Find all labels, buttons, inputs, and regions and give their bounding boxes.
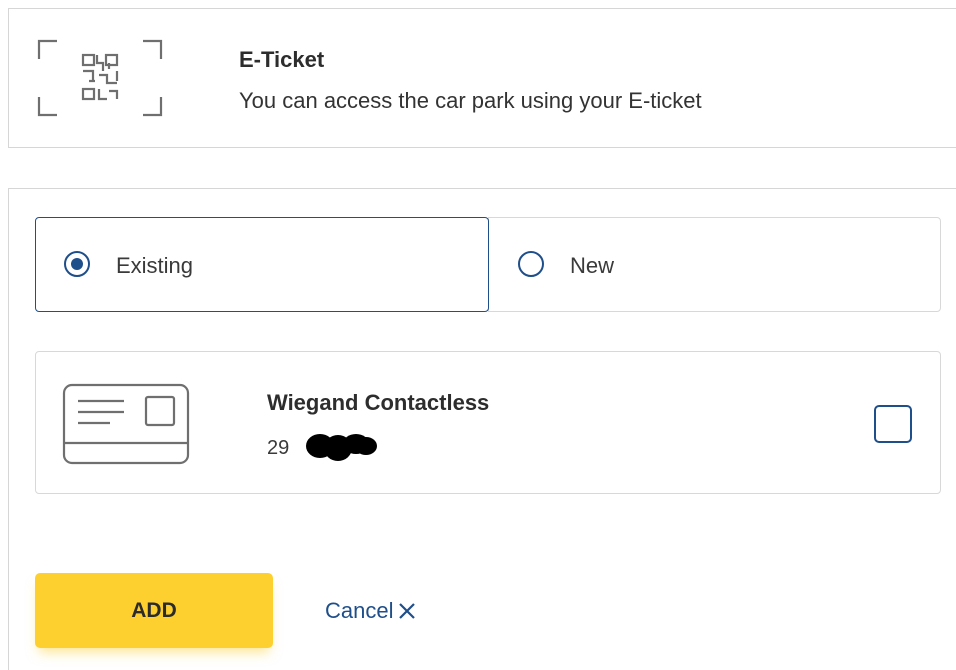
- access-card-icon: [62, 383, 190, 465]
- new-option[interactable]: New: [488, 217, 941, 312]
- credential-number: 29: [267, 437, 290, 459]
- cancel-label: Cancel: [325, 598, 394, 623]
- existing-label: Existing: [116, 253, 194, 278]
- redaction-mark: [304, 430, 378, 464]
- eticket-title: E-Ticket: [239, 47, 325, 72]
- close-icon: [397, 601, 417, 621]
- existing-radio[interactable]: [64, 251, 90, 277]
- radio-selected-dot: [71, 258, 83, 270]
- credential-title: Wiegand Contactless: [267, 390, 490, 415]
- add-button[interactable]: ADD: [35, 573, 273, 648]
- existing-option[interactable]: Existing: [35, 217, 489, 312]
- qr-code-icon: [37, 37, 165, 119]
- eticket-card[interactable]: E-Ticket You can access the car park usi…: [8, 8, 956, 148]
- credential-checkbox[interactable]: [874, 405, 912, 443]
- new-radio[interactable]: [518, 251, 544, 277]
- add-credential-page: E-Ticket You can access the car park usi…: [0, 0, 956, 670]
- cancel-button[interactable]: Cancel: [325, 596, 417, 626]
- new-label: New: [570, 253, 615, 278]
- eticket-description: You can access the car park using your E…: [239, 88, 702, 113]
- credential-item[interactable]: Wiegand Contactless 29: [35, 351, 941, 494]
